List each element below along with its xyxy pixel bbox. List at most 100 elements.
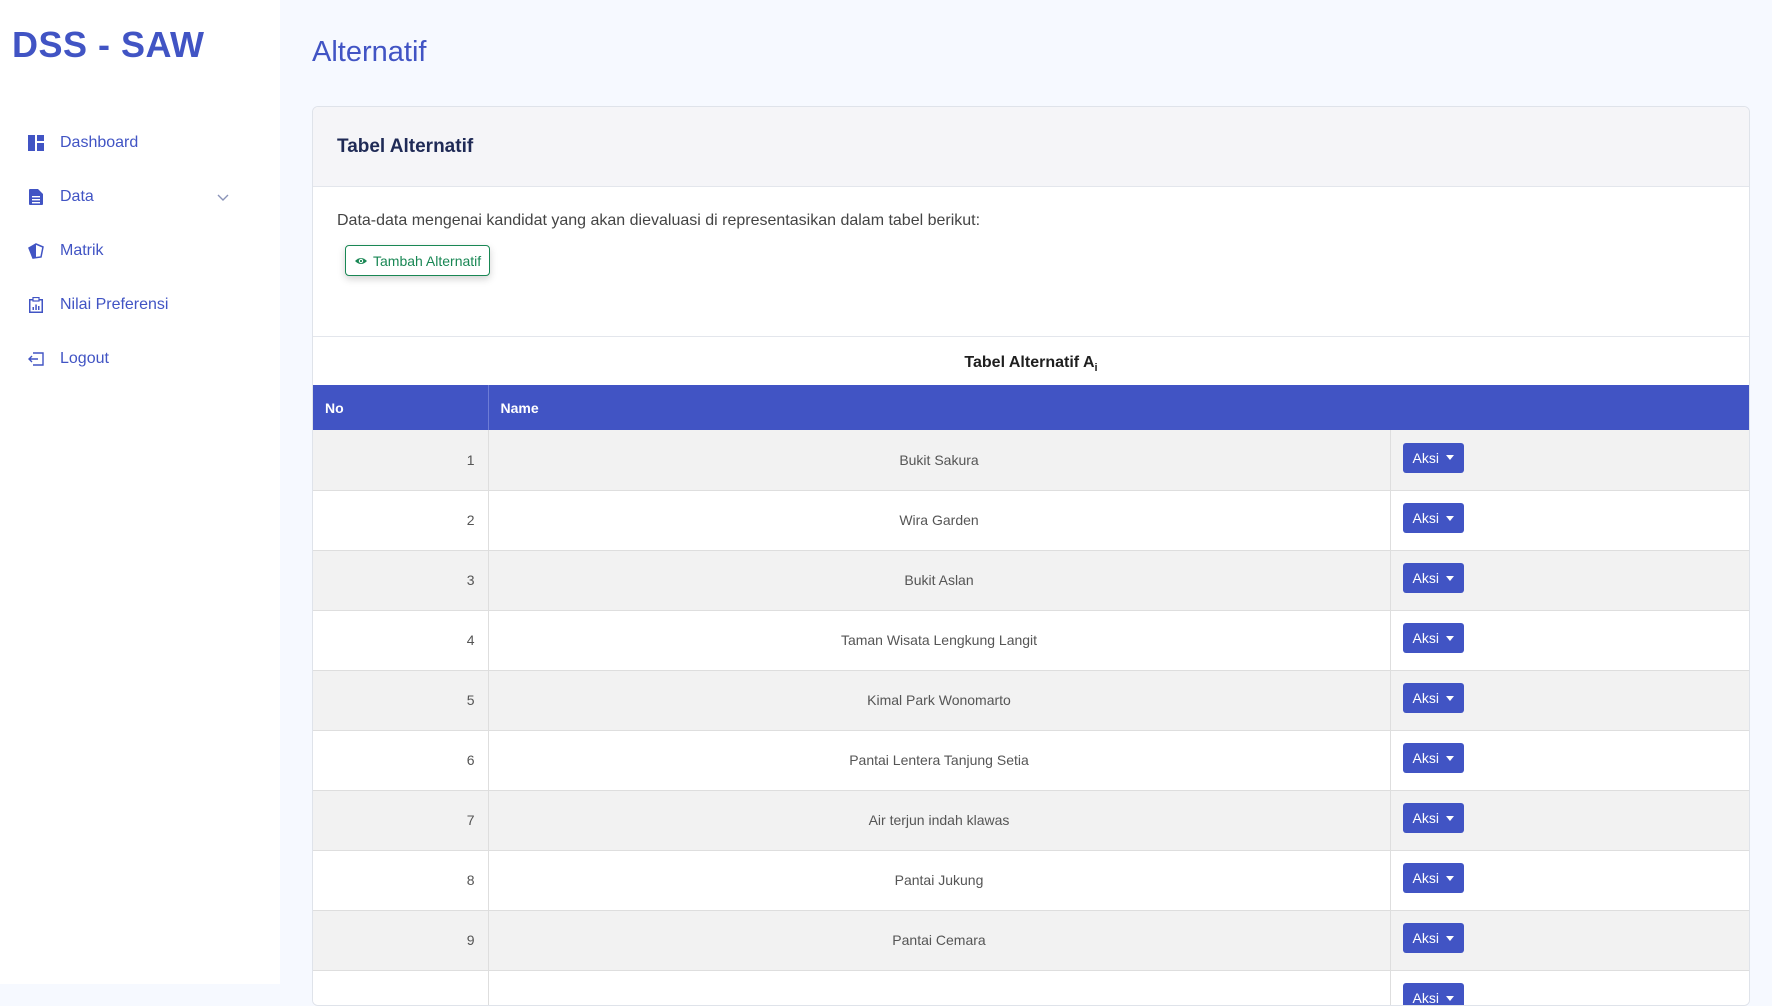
eye-icon xyxy=(355,257,367,264)
cell-action: Aksi xyxy=(1390,910,1749,970)
table-row: 4 Taman Wisata Lengkung Langit Aksi xyxy=(313,610,1749,670)
cell-name: Bukit Aslan xyxy=(488,550,1391,610)
cell-name: Wira Garden xyxy=(488,490,1391,550)
aksi-label: Aksi xyxy=(1412,690,1439,706)
cell-action: Aksi xyxy=(1390,610,1749,670)
cell-action: Aksi xyxy=(1390,730,1749,790)
sidebar-item-label: Dashboard xyxy=(60,134,139,151)
card-header: Tabel Alternatif xyxy=(313,107,1749,187)
table-row: 2 Wira Garden Aksi xyxy=(313,490,1749,550)
table-row: Aksi xyxy=(313,970,1749,1006)
table-row: 9 Pantai Cemara Aksi xyxy=(313,910,1749,970)
cell-action: Aksi xyxy=(1390,550,1749,610)
cell-action: Aksi xyxy=(1390,490,1749,550)
table-row: 5 Kimal Park Wonomarto Aksi xyxy=(313,670,1749,730)
report-icon xyxy=(27,296,45,314)
caret-down-icon xyxy=(1445,695,1454,701)
caret-down-icon xyxy=(1445,515,1454,521)
cell-action: Aksi xyxy=(1390,670,1749,730)
sidebar-item-data[interactable]: Data xyxy=(0,170,280,224)
sidebar-item-matrik[interactable]: Matrik xyxy=(0,224,280,278)
aksi-dropdown-button[interactable]: Aksi xyxy=(1402,923,1464,953)
aksi-label: Aksi xyxy=(1412,449,1439,466)
aksi-dropdown-button[interactable]: Aksi xyxy=(1402,503,1464,533)
brand-logo[interactable]: DSS - SAW xyxy=(12,24,205,66)
aksi-dropdown-button[interactable]: Aksi xyxy=(1402,442,1464,473)
aksi-dropdown-button[interactable]: Aksi xyxy=(1402,863,1464,893)
aksi-dropdown-button[interactable]: Aksi xyxy=(1402,743,1464,773)
caret-down-icon xyxy=(1445,875,1454,881)
sidebar-item-label: Nilai Preferensi xyxy=(60,296,169,313)
sidebar-item-nilai-preferensi[interactable]: Nilai Preferensi xyxy=(0,278,280,332)
cell-no: 3 xyxy=(313,550,489,610)
caret-down-icon xyxy=(1445,935,1454,941)
aksi-label: Aksi xyxy=(1412,570,1439,586)
sidebar: DSS - SAW Dashboard Data Matrik Nilai Pr… xyxy=(0,0,280,984)
caret-down-icon xyxy=(1445,815,1454,821)
gem-icon xyxy=(27,242,45,260)
cell-name: Kimal Park Wonomarto xyxy=(488,670,1391,730)
table-row: 3 Bukit Aslan Aksi xyxy=(313,550,1749,610)
cell-no: 6 xyxy=(313,730,489,790)
cell-no: 9 xyxy=(313,910,489,970)
cell-no: 1 xyxy=(313,430,489,490)
alternatif-card: Tabel Alternatif Data-data mengenai kand… xyxy=(312,106,1750,1006)
aksi-dropdown-button[interactable]: Aksi xyxy=(1402,563,1464,593)
cell-action: Aksi xyxy=(1390,970,1749,1006)
aksi-dropdown-button[interactable]: Aksi xyxy=(1402,683,1464,713)
sidebar-item-logout[interactable]: Logout xyxy=(0,332,280,386)
table-header-row: No Name xyxy=(313,385,1749,430)
sidebar-item-label: Matrik xyxy=(60,242,104,259)
caret-down-icon xyxy=(1445,575,1454,581)
cell-no: 7 xyxy=(313,790,489,850)
aksi-label: Aksi xyxy=(1412,990,1439,1006)
cell-no: 2 xyxy=(313,490,489,550)
aksi-label: Aksi xyxy=(1412,930,1439,946)
caret-down-icon xyxy=(1445,995,1454,1001)
aksi-label: Aksi xyxy=(1412,630,1439,646)
card-description: Data-data mengenai kandidat yang akan di… xyxy=(337,212,981,229)
cell-action: Aksi xyxy=(1390,790,1749,850)
document-icon xyxy=(27,188,45,206)
caret-down-icon xyxy=(1445,455,1454,461)
cell-no xyxy=(313,970,489,1005)
table-row: 7 Air terjun indah klawas Aksi xyxy=(313,790,1749,850)
logout-icon xyxy=(27,350,45,368)
cell-name: Bukit Sakura xyxy=(488,430,1391,490)
card-body: Data-data mengenai kandidat yang akan di… xyxy=(313,187,1749,337)
caret-down-icon xyxy=(1445,635,1454,641)
grid-icon xyxy=(27,134,45,152)
alternatif-table: No Name 1 Bukit Sakura Aksi 2 Wira Garden Aks… xyxy=(313,385,1749,1006)
cell-name: Pantai Cemara xyxy=(488,910,1391,970)
sidebar-item-label: Logout xyxy=(60,350,109,367)
cell-name xyxy=(488,970,1391,1005)
cell-name: Pantai Jukung xyxy=(488,850,1391,910)
column-header-name: Name xyxy=(500,399,539,416)
card-title: Tabel Alternatif xyxy=(337,135,474,157)
cell-no: 5 xyxy=(313,670,489,730)
aksi-label: Aksi xyxy=(1412,510,1439,526)
aksi-label: Aksi xyxy=(1412,810,1439,826)
table-row: 1 Bukit Sakura Aksi xyxy=(313,430,1749,490)
sidebar-item-dashboard[interactable]: Dashboard xyxy=(0,116,280,170)
add-alternative-label: Tambah Alternatif xyxy=(373,252,482,269)
aksi-dropdown-button[interactable]: Aksi xyxy=(1402,803,1464,833)
cell-name: Pantai Lentera Tanjung Setia xyxy=(488,730,1391,790)
cell-no: 8 xyxy=(313,850,489,910)
cell-name: Taman Wisata Lengkung Langit xyxy=(488,610,1391,670)
cell-name: Air terjun indah klawas xyxy=(488,790,1391,850)
page-title: Alternatif xyxy=(312,36,427,68)
main-content: Alternatif Tabel Alternatif Data-data me… xyxy=(280,0,1772,1006)
aksi-dropdown-button[interactable]: Aksi xyxy=(1402,623,1464,653)
table-row: 6 Pantai Lentera Tanjung Setia Aksi xyxy=(313,730,1749,790)
table-body: 1 Bukit Sakura Aksi 2 Wira Garden Aksi 3 Bukit … xyxy=(313,430,1749,1006)
aksi-label: Aksi xyxy=(1412,870,1439,886)
table-row: 8 Pantai Jukung Aksi xyxy=(313,850,1749,910)
column-header-no: No xyxy=(313,385,489,430)
caret-down-icon xyxy=(1445,755,1454,761)
add-alternative-button[interactable]: Tambah Alternatif xyxy=(345,245,491,276)
table-caption: Tabel Alternatif Ai xyxy=(964,354,1098,375)
aksi-dropdown-button[interactable]: Aksi xyxy=(1402,983,1464,1006)
chevron-down-icon xyxy=(216,190,230,204)
cell-action: Aksi xyxy=(1390,850,1749,910)
